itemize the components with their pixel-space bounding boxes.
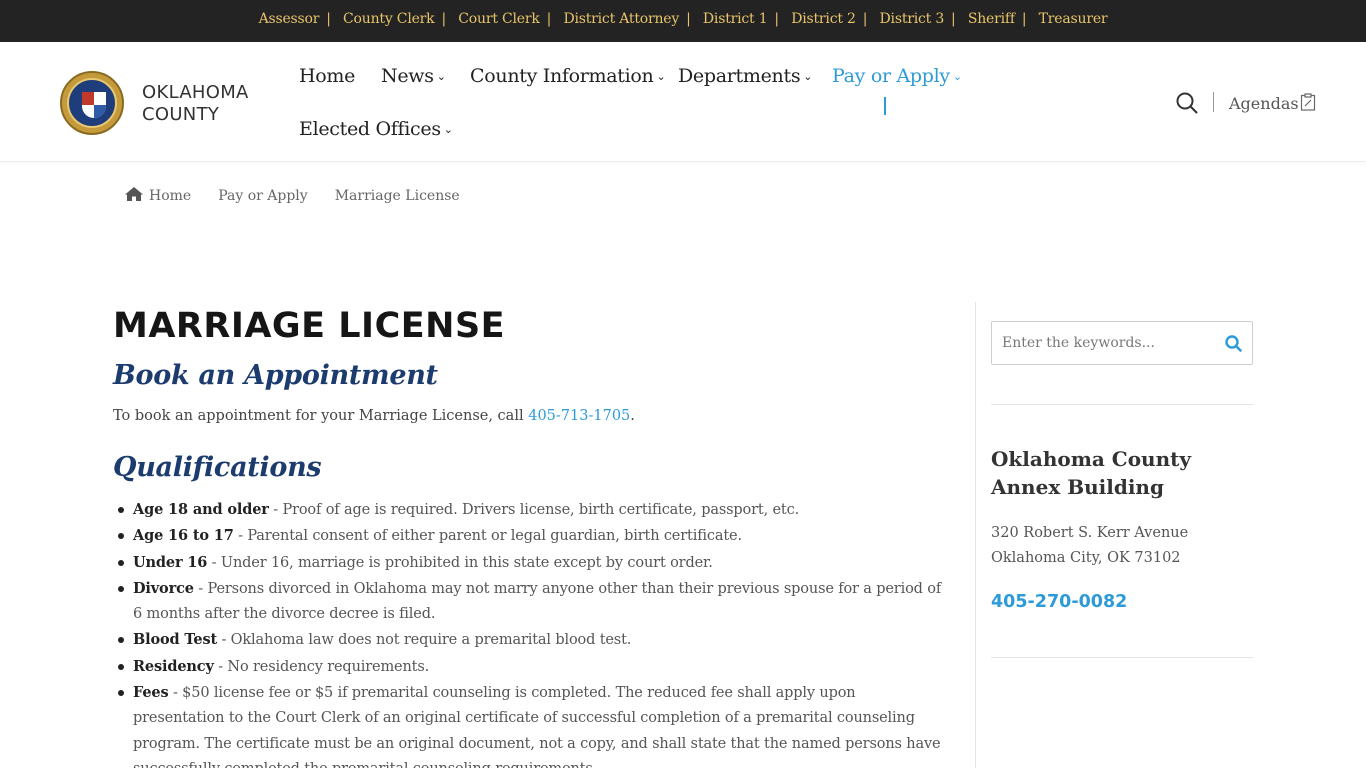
list-item: Residency - No residency requirements. xyxy=(113,654,943,680)
book-text-before: To book an appointment for your Marriage… xyxy=(113,408,529,424)
sidebar-rule xyxy=(991,404,1253,405)
breadcrumb-pay-or-apply[interactable]: Pay or Apply xyxy=(218,188,308,204)
agendas-link[interactable]: Agendas xyxy=(1229,94,1299,113)
nav-pay-or-apply[interactable]: Pay or Apply ⌄ xyxy=(832,65,962,87)
nav-home-label: Home xyxy=(299,65,356,87)
topbar-separator: | xyxy=(326,11,331,27)
search-icon[interactable] xyxy=(1176,92,1198,114)
qualification-term: Residency xyxy=(133,657,214,675)
list-item: Age 18 and older - Proof of age is requi… xyxy=(113,497,943,523)
nav-elected-offices[interactable]: Elected Offices ⌄ xyxy=(299,118,453,140)
nav-pay-or-apply-label: Pay or Apply xyxy=(832,65,950,87)
site-header: OKLAHOMA COUNTY Home News ⌄ County Inform… xyxy=(0,42,1366,162)
sidebar-rule xyxy=(991,657,1253,658)
topbar-link-county-clerk[interactable]: County Clerk xyxy=(343,11,435,27)
list-item: Age 16 to 17 - Parental consent of eithe… xyxy=(113,523,943,549)
chevron-down-icon: ⌄ xyxy=(436,70,446,83)
nav-departments[interactable]: Departments ⌄ xyxy=(678,65,813,87)
list-item: Fees - $50 license fee or $5 if premarit… xyxy=(113,680,943,768)
qualification-term: Blood Test xyxy=(133,631,218,649)
qualification-text: - Proof of age is required. Drivers lice… xyxy=(268,502,800,518)
topbar-separator: | xyxy=(774,11,779,27)
chevron-down-icon: ⌄ xyxy=(656,70,666,83)
nav-news[interactable]: News ⌄ xyxy=(381,65,446,87)
nav-home[interactable]: Home xyxy=(299,65,355,87)
search-icon[interactable] xyxy=(1225,335,1242,352)
seal-shield xyxy=(82,92,106,118)
topbar-separator: | xyxy=(546,11,552,27)
top-bar-links: Assessor | County Clerk | Court Clerk | Dis… xyxy=(0,0,1366,27)
address-line-1: 320 Robert S. Kerr Avenue xyxy=(991,525,1189,541)
topbar-link-district-1[interactable]: District 1 xyxy=(703,11,768,27)
topbar-separator: | xyxy=(1021,11,1027,27)
annex-address: 320 Robert S. Kerr Avenue Oklahoma City,… xyxy=(991,521,1188,571)
qualifications-heading: Qualifications xyxy=(113,452,322,483)
qualification-text: - Under 16, marriage is prohibited in th… xyxy=(207,554,713,571)
annex-title: Oklahoma County Annex Building xyxy=(991,447,1191,499)
qualification-text: - Oklahoma law does not require a premar… xyxy=(217,632,632,649)
topbar-separator: | xyxy=(862,11,868,27)
topbar-separator: | xyxy=(686,11,691,27)
qualification-text: - No residency requirements. xyxy=(213,658,430,675)
sidebar-search-input[interactable] xyxy=(993,323,1213,363)
qualification-text: - Persons divorced in Oklahoma may not m… xyxy=(133,580,942,623)
home-icon[interactable] xyxy=(124,186,144,202)
book-text-after: . xyxy=(630,408,635,424)
page-title: MARRIAGE LICENSE xyxy=(113,306,506,346)
qualification-term: Fees xyxy=(133,684,169,702)
sidebar-divider xyxy=(975,302,976,768)
book-appointment-heading: Book an Appointment xyxy=(113,360,438,391)
breadcrumb-current: Marriage License xyxy=(334,188,460,204)
qualifications-list: Age 18 and older - Proof of age is requi… xyxy=(113,497,943,768)
logo-line-1: OKLAHOMA xyxy=(142,82,249,103)
chevron-down-icon: ⌄ xyxy=(803,70,813,83)
county-seal-icon[interactable] xyxy=(60,71,124,135)
book-phone-link[interactable]: 405-713-1705 xyxy=(528,408,630,424)
topbar-link-district-3[interactable]: District 3 xyxy=(880,11,945,27)
chevron-down-icon: ⌄ xyxy=(952,70,962,83)
list-item: Under 16 - Under 16, marriage is prohibi… xyxy=(113,550,943,576)
list-item: Divorce - Persons divorced in Oklahoma m… xyxy=(113,576,943,628)
topbar-separator: | xyxy=(441,11,446,27)
topbar-link-district-attorney[interactable]: District Attorney xyxy=(563,11,679,27)
seal-quarter xyxy=(82,92,94,105)
sidebar-search xyxy=(991,321,1253,365)
topbar-link-assessor[interactable]: Assessor xyxy=(259,11,320,27)
book-appointment-text: To book an appointment for your Marriage… xyxy=(113,408,635,424)
logo-wordmark[interactable]: OKLAHOMA COUNTY xyxy=(142,82,249,126)
chevron-down-icon: ⌄ xyxy=(443,123,453,136)
qualification-term: Age 16 to 17 xyxy=(133,527,234,545)
nav-county-information-label: County Information xyxy=(470,65,654,87)
breadcrumb-home[interactable]: Home xyxy=(149,188,191,204)
topbar-link-court-clerk[interactable]: Court Clerk xyxy=(458,11,540,27)
topbar-link-district-2[interactable]: District 2 xyxy=(791,11,856,27)
clipboard-edit-icon[interactable] xyxy=(1300,93,1316,111)
topbar-link-sheriff[interactable]: Sheriff xyxy=(968,11,1015,27)
nav-news-label: News xyxy=(381,65,434,87)
qualification-text: - Parental consent of either parent or l… xyxy=(233,528,742,545)
address-line-2: Oklahoma City, OK 73102 xyxy=(991,550,1181,566)
list-item: Blood Test - Oklahoma law does not requi… xyxy=(113,627,943,653)
topbar-separator: | xyxy=(951,11,956,27)
seal-quarter xyxy=(94,105,106,118)
top-bar: Assessor | County Clerk | Court Clerk | Dis… xyxy=(0,0,1366,42)
header-divider xyxy=(1213,92,1214,112)
nav-elected-offices-label: Elected Offices xyxy=(299,118,441,140)
qualification-text: - $50 license fee or $5 if premarital co… xyxy=(133,685,941,768)
nav-departments-label: Departments xyxy=(678,65,801,87)
qualification-term: Divorce xyxy=(133,579,194,597)
nav-county-information[interactable]: County Information ⌄ xyxy=(470,65,666,87)
topbar-link-treasurer[interactable]: Treasurer xyxy=(1039,11,1108,27)
annex-phone-link[interactable]: 405-270-0082 xyxy=(991,592,1127,612)
qualification-term: Under 16 xyxy=(133,553,208,571)
qualification-term: Age 18 and older xyxy=(133,501,269,518)
logo-line-2: COUNTY xyxy=(142,104,220,125)
breadcrumb: Home Pay or Apply Marriage License xyxy=(124,186,487,204)
seal-ring xyxy=(67,78,117,128)
nav-active-indicator xyxy=(884,97,886,115)
